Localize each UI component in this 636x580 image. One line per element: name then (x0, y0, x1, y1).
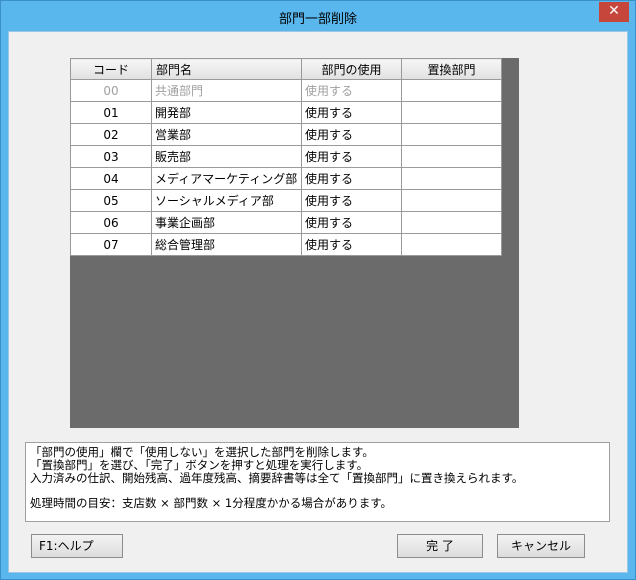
cancel-button[interactable]: キャンセル (497, 534, 585, 558)
cell-replacement[interactable] (401, 233, 502, 256)
cell-usage[interactable]: 使用する (301, 167, 402, 190)
cell-department-name: 営業部 (151, 123, 302, 146)
cell-code: 01 (70, 101, 152, 124)
done-button[interactable]: 完 了 (397, 534, 483, 558)
cell-replacement[interactable] (401, 145, 502, 168)
cell-usage: 使用する (301, 79, 402, 102)
processing-time-note: 処理時間の目安：支店数 × 部門数 × 1分程度かかる場合があります。 (30, 496, 393, 510)
column-header-usage[interactable]: 部門の使用 (301, 58, 402, 80)
column-header-name[interactable]: 部門名 (151, 58, 302, 80)
cell-code: 04 (70, 167, 152, 190)
table-row: 03 販売部 使用する (70, 145, 502, 168)
cell-department-name: 事業企画部 (151, 211, 302, 234)
cell-replacement[interactable] (401, 101, 502, 124)
cell-usage[interactable]: 使用する (301, 145, 402, 168)
cell-replacement[interactable] (401, 123, 502, 146)
cell-code: 03 (70, 145, 152, 168)
close-button[interactable]: ✕ (599, 2, 629, 22)
cell-usage[interactable]: 使用する (301, 211, 402, 234)
column-header-code[interactable]: コード (70, 58, 152, 80)
dialog-body: コード 部門名 部門の使用 置換部門 00 共通部門 使用する 01 開発部 使… (8, 31, 628, 573)
cell-code: 05 (70, 189, 152, 212)
cell-usage[interactable]: 使用する (301, 189, 402, 212)
cell-usage[interactable]: 使用する (301, 123, 402, 146)
cell-replacement (401, 79, 502, 102)
cell-department-name: 開発部 (151, 101, 302, 124)
table-row: 02 営業部 使用する (70, 123, 502, 146)
department-grid: コード 部門名 部門の使用 置換部門 00 共通部門 使用する 01 開発部 使… (70, 58, 519, 428)
dialog-window: 部門一部削除 ✕ コード 部門名 部門の使用 置換部門 00 共通部門 使用する… (0, 0, 636, 580)
cell-department-name: 販売部 (151, 145, 302, 168)
cell-usage[interactable]: 使用する (301, 101, 402, 124)
department-table: コード 部門名 部門の使用 置換部門 00 共通部門 使用する 01 開発部 使… (70, 58, 502, 256)
column-header-replacement[interactable]: 置換部門 (401, 58, 502, 80)
cell-department-name: ソーシャルメディア部 (151, 189, 302, 212)
cell-replacement[interactable] (401, 189, 502, 212)
cell-code: 02 (70, 123, 152, 146)
cell-department-name: 共通部門 (151, 79, 302, 102)
instruction-line: 入力済みの仕訳、開始残高、過年度残高、摘要辞書等は全て「置換部門」に置き換えられ… (30, 471, 524, 485)
cell-replacement[interactable] (401, 211, 502, 234)
table-row: 04 メディアマーケティング部 使用する (70, 167, 502, 190)
instructions-panel: 「部門の使用」欄で「使用しない」を選択した部門を削除します。 「置換部門」を選び… (25, 442, 610, 522)
title-bar[interactable]: 部門一部削除 ✕ (1, 1, 635, 31)
table-row: 07 総合管理部 使用する (70, 233, 502, 256)
table-row: 00 共通部門 使用する (70, 79, 502, 102)
window-title: 部門一部削除 (278, 12, 357, 27)
cell-replacement[interactable] (401, 167, 502, 190)
help-button[interactable]: F1:ヘルプ (31, 534, 123, 558)
cell-code: 00 (70, 79, 152, 102)
cell-usage[interactable]: 使用する (301, 233, 402, 256)
table-row: 06 事業企画部 使用する (70, 211, 502, 234)
close-icon: ✕ (608, 3, 620, 19)
cell-code: 06 (70, 211, 152, 234)
table-header-row: コード 部門名 部門の使用 置換部門 (70, 58, 502, 80)
table-row: 01 開発部 使用する (70, 101, 502, 124)
cell-code: 07 (70, 233, 152, 256)
table-row: 05 ソーシャルメディア部 使用する (70, 189, 502, 212)
cell-department-name: 総合管理部 (151, 233, 302, 256)
cell-department-name: メディアマーケティング部 (151, 167, 302, 190)
